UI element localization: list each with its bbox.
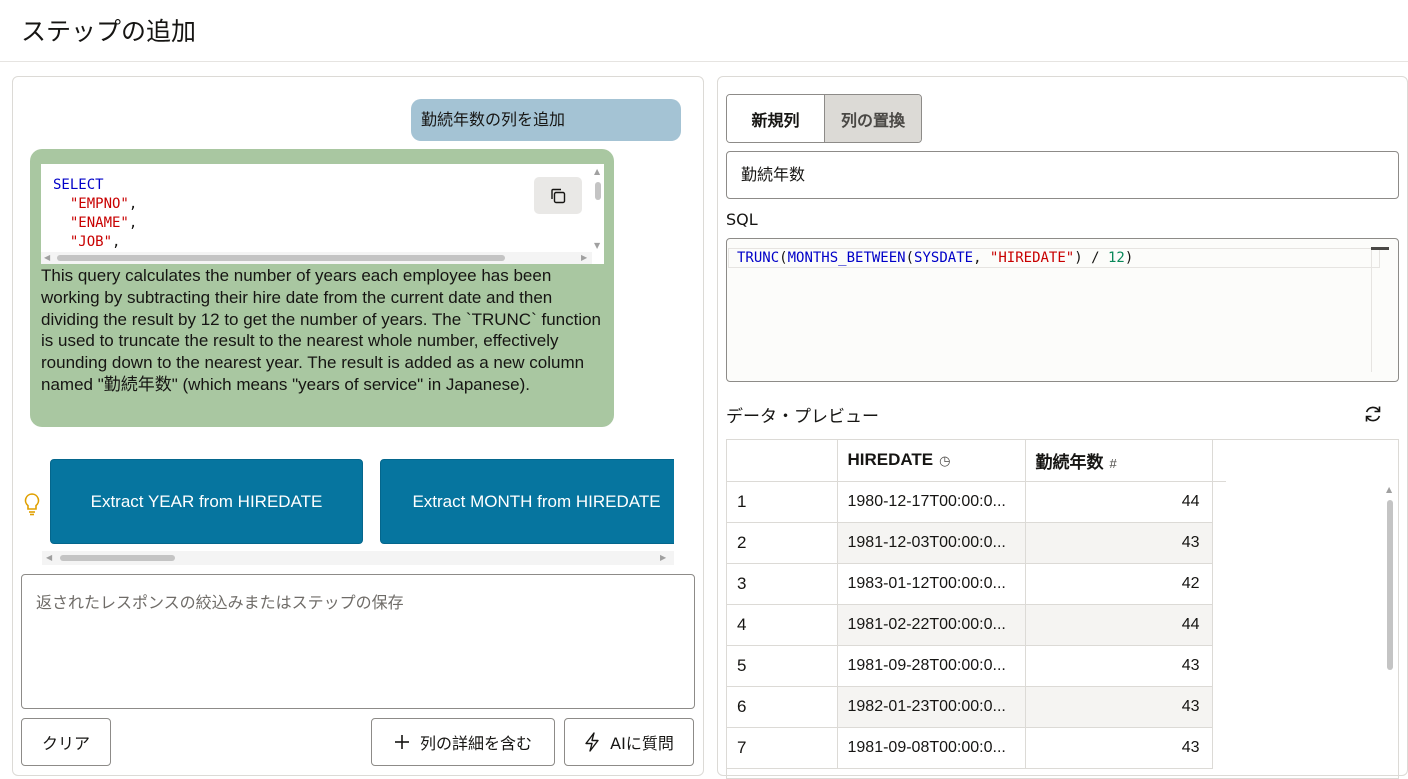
page-title: ステップの追加 xyxy=(21,17,197,46)
data-preview-grid: HIREDATE ◷ 勤続年数 # 1 1980-12-17T00:00:0... … xyxy=(726,439,1399,779)
grid-vertical-scrollbar[interactable]: ▲ xyxy=(1383,482,1397,778)
data-preview-label: データ・プレビュー xyxy=(726,407,879,427)
hiredate-cell[interactable]: 1981-09-28T00:00:0... xyxy=(837,645,1026,687)
sql-token: , xyxy=(973,250,990,266)
suggestion-button[interactable]: Extract YEAR from HIREDATE xyxy=(50,459,363,544)
suggestion-strip: Extract YEAR from HIREDATE Extract MONTH… xyxy=(50,459,674,547)
lightning-icon xyxy=(585,732,599,752)
hash-icon: # xyxy=(1109,455,1117,471)
clear-label: クリア xyxy=(41,734,90,753)
sql-token: TRUNC xyxy=(737,250,780,266)
row-number: 3 xyxy=(727,563,838,605)
sql-token: ( xyxy=(779,250,788,266)
hiredate-cell[interactable]: 1982-01-23T00:00:0... xyxy=(837,686,1026,728)
editor-minimap-track xyxy=(1371,250,1372,372)
include-details-button[interactable]: 列の詳細を含む xyxy=(371,718,555,766)
clock-icon: ◷ xyxy=(939,453,951,469)
years-cell[interactable]: 43 xyxy=(1025,727,1213,769)
copy-icon xyxy=(551,188,566,203)
hiredate-cell[interactable]: 1980-12-17T00:00:0... xyxy=(837,481,1026,523)
table-row: 5 1981-09-28T00:00:0... 43 xyxy=(727,645,1226,687)
row-number: 5 xyxy=(727,645,838,687)
row-number: 1 xyxy=(727,481,838,523)
sql-editor[interactable]: TRUNC(MONTHS_BETWEEN(SYSDATE, "HIREDATE"… xyxy=(726,238,1399,382)
header-spacer xyxy=(1212,440,1226,482)
suggestion-button[interactable]: Extract MONTH from HIREDATE xyxy=(380,459,674,544)
code-block[interactable]: SELECT "EMPNO", "ENAME", "JOB", ▲ ▼ ◀ ▶ xyxy=(41,164,604,264)
sql-token: ) xyxy=(1124,250,1134,266)
code-string: "JOB" xyxy=(69,234,113,250)
user-message: 勤続年数の列を追加 xyxy=(411,99,681,141)
table-header-row: HIREDATE ◷ 勤続年数 # xyxy=(727,440,1226,482)
clear-button[interactable]: クリア xyxy=(21,718,111,766)
table-row: 6 1982-01-23T00:00:0... 43 xyxy=(727,686,1226,728)
years-cell[interactable]: 43 xyxy=(1025,645,1213,687)
code-text: SELECT "EMPNO", "ENAME", "JOB", xyxy=(53,176,137,252)
ask-ai-label: AIに質問 xyxy=(610,734,674,753)
ai-explanation: This query calculates the number of year… xyxy=(41,266,602,394)
code-horizontal-scrollbar[interactable]: ◀ ▶ xyxy=(41,252,592,264)
sql-token: SYSDATE xyxy=(914,250,974,266)
code-string: "EMPNO" xyxy=(69,196,129,212)
column-header-label: 勤続年数 xyxy=(1035,452,1104,472)
mode-replace-column[interactable]: 列の置換 xyxy=(824,95,921,142)
years-cell[interactable]: 43 xyxy=(1025,522,1213,564)
ask-ai-button[interactable]: AIに質問 xyxy=(564,718,694,766)
sql-token: ) xyxy=(1074,250,1083,266)
suggestion-scrollbar[interactable]: ◀ ▶ xyxy=(42,551,674,565)
code-punct: , xyxy=(128,196,138,212)
row-number: 6 xyxy=(727,686,838,728)
plus-icon xyxy=(394,735,409,749)
prompt-input[interactable]: 返されたレスポンスの絞込みまたはステップの保存 xyxy=(21,574,695,709)
table-row: 7 1981-09-08T00:00:0... 43 xyxy=(727,727,1226,769)
column-header-label: HIREDATE xyxy=(847,450,934,470)
lightbulb-icon xyxy=(24,493,40,516)
sql-token: 12 xyxy=(1107,250,1125,266)
ai-response: SELECT "EMPNO", "ENAME", "JOB", ▲ ▼ ◀ ▶ … xyxy=(30,149,614,427)
table-row: 4 1981-02-22T00:00:0... 44 xyxy=(727,604,1226,646)
hiredate-cell[interactable]: 1983-01-12T00:00:0... xyxy=(837,563,1026,605)
sql-token: / xyxy=(1082,250,1108,266)
sql-token: ( xyxy=(905,250,915,266)
table-row: 1 1980-12-17T00:00:0... 44 xyxy=(727,481,1226,523)
code-punct: , xyxy=(112,234,121,250)
row-number: 4 xyxy=(727,604,838,646)
include-details-label: 列の詳細を含む xyxy=(419,734,532,753)
sql-label: SQL xyxy=(726,210,758,229)
chat-panel: 勤続年数の列を追加 SELECT "EMPNO", "ENAME", "JOB"… xyxy=(12,76,704,776)
years-cell[interactable]: 44 xyxy=(1025,604,1213,646)
years-cell[interactable]: 44 xyxy=(1025,481,1213,523)
hiredate-cell[interactable]: 1981-09-08T00:00:0... xyxy=(837,727,1026,769)
row-number: 7 xyxy=(727,727,838,769)
editor-panel: 新規列 列の置換 勤続年数 SQL TRUNC(MONTHS_BETWEEN(S… xyxy=(717,76,1408,779)
copy-button[interactable] xyxy=(534,177,582,214)
row-number: 2 xyxy=(727,522,838,564)
years-cell[interactable]: 43 xyxy=(1025,686,1213,728)
mode-new-column[interactable]: 新規列 xyxy=(727,95,824,142)
table-row: 3 1983-01-12T00:00:0... 42 xyxy=(727,563,1226,605)
table-row: 2 1981-12-03T00:00:0... 43 xyxy=(727,522,1226,564)
column-header-hiredate[interactable]: HIREDATE ◷ xyxy=(837,440,1026,482)
column-header-years[interactable]: 勤続年数 # xyxy=(1025,440,1213,482)
sql-expression: TRUNC(MONTHS_BETWEEN(SYSDATE, "HIREDATE"… xyxy=(728,248,1380,268)
hiredate-cell[interactable]: 1981-12-03T00:00:0... xyxy=(837,522,1026,564)
sql-token: MONTHS_BETWEEN xyxy=(787,250,906,266)
code-vertical-scrollbar[interactable]: ▲ ▼ xyxy=(592,166,604,252)
editor-minimap[interactable] xyxy=(1371,247,1389,250)
row-number-header xyxy=(727,440,838,482)
title-bar: ステップの追加 xyxy=(0,0,1408,62)
refresh-icon[interactable] xyxy=(1363,404,1383,424)
preview-table: HIREDATE ◷ 勤続年数 # 1 1980-12-17T00:00:0... … xyxy=(727,440,1226,769)
code-keyword: SELECT xyxy=(53,177,104,193)
code-punct: , xyxy=(128,215,138,231)
sql-token: "HIREDATE" xyxy=(989,250,1075,266)
hiredate-cell[interactable]: 1981-02-22T00:00:0... xyxy=(837,604,1026,646)
mode-toggle: 新規列 列の置換 xyxy=(726,94,922,143)
column-name-input[interactable]: 勤続年数 xyxy=(726,151,1399,199)
years-cell[interactable]: 42 xyxy=(1025,563,1213,605)
code-string: "ENAME" xyxy=(69,215,129,231)
